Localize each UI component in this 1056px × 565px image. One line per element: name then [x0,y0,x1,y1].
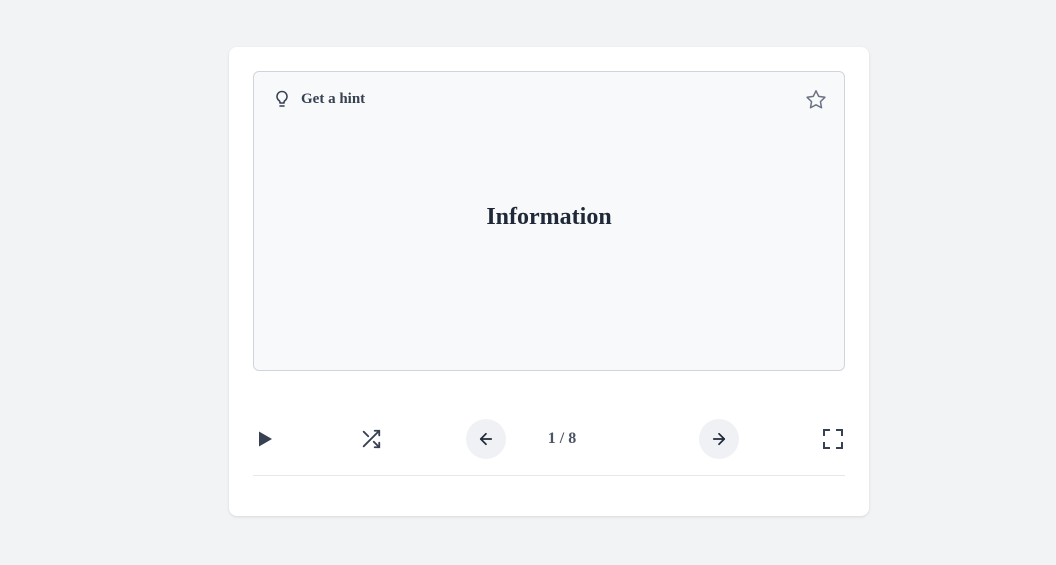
hint-button[interactable]: Get a hint [273,89,365,109]
next-card-button[interactable] [699,419,739,459]
card-counter: 1 / 8 [547,430,577,447]
flashcard-panel: Get a hint Information 1 / 8 [229,47,869,516]
hint-label: Get a hint [301,91,366,107]
flashcard[interactable]: Get a hint Information [253,71,845,371]
shuffle-icon [362,429,381,449]
arrow-right-icon [712,432,726,446]
fullscreen-button[interactable] [813,419,853,459]
divider [253,475,845,476]
card-term: Information [486,204,612,230]
lightbulb-icon [276,90,288,107]
arrow-left-icon [479,432,493,446]
fullscreen-icon [823,429,843,449]
shuffle-button[interactable] [351,419,391,459]
star-icon[interactable] [804,88,828,112]
previous-card-button[interactable] [466,419,506,459]
card-controls: 1 / 8 [253,419,845,459]
play-button[interactable] [245,419,285,459]
play-icon [259,431,272,447]
